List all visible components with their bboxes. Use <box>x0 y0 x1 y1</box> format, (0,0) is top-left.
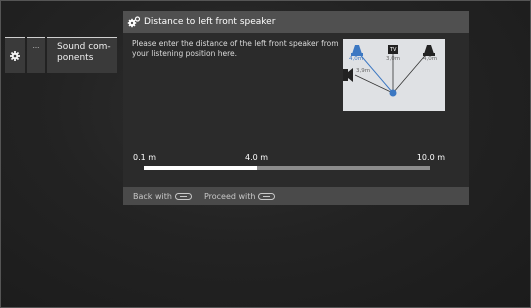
line-side-left <box>354 74 394 94</box>
sound-components-menu-tile[interactable]: Sound com- ponents <box>47 37 117 73</box>
side-left-speaker-icon <box>343 69 348 81</box>
more-menu-tile[interactable]: ··· <box>27 37 45 73</box>
tv-label: TV <box>390 47 397 53</box>
dialog-footer: Back with Proceed with <box>123 187 469 205</box>
back-label: Back with <box>133 191 172 201</box>
side-left-distance-label: 3,9m <box>356 68 371 74</box>
screen: ··· Sound com- ponents Distance to left … <box>0 0 531 308</box>
dialog-title: Distance to left front speaker <box>144 17 276 27</box>
proceed-hint[interactable]: Proceed with <box>204 192 276 201</box>
instruction-text: Please enter the distance of the left fr… <box>132 39 339 58</box>
distance-slider[interactable] <box>144 166 430 170</box>
speaker-layout-diagram: 4,0m TV 3,0m 4,0m 3,9m <box>343 39 445 111</box>
tv-distance-label: 3,0m <box>386 56 401 62</box>
front-left-speaker-icon <box>352 45 362 54</box>
back-button-icon <box>174 192 192 200</box>
front-left-distance-label: 4,0m <box>349 56 364 62</box>
side-left-speaker-cone <box>348 68 353 82</box>
dialog-body: Please enter the distance of the left fr… <box>123 33 469 187</box>
forward-button-icon <box>258 192 276 200</box>
slider-max-label: 10.0 m <box>416 153 445 162</box>
sound-components-label: Sound com- ponents <box>57 42 111 63</box>
more-dots-label: ··· <box>32 44 40 52</box>
gears-icon <box>127 16 141 28</box>
slider-min-label: 0.1 m <box>133 153 157 162</box>
slider-value-label: 4.0 m <box>245 153 269 162</box>
front-right-speaker-icon <box>424 45 434 54</box>
speaker-distance-dialog: Distance to left front speaker Please en… <box>123 11 469 205</box>
listening-position-icon <box>389 89 397 97</box>
dialog-header: Distance to left front speaker <box>123 11 469 33</box>
gear-icon <box>10 50 20 61</box>
proceed-label: Proceed with <box>203 191 256 201</box>
settings-menu-tile[interactable] <box>5 37 25 73</box>
back-hint[interactable]: Back with <box>133 192 192 201</box>
distance-slider-fill <box>144 166 257 170</box>
left-menu: ··· Sound com- ponents <box>5 37 117 73</box>
slider-labels: 0.1 m 4.0 m 10.0 m <box>133 153 445 165</box>
front-right-distance-label: 4,0m <box>423 56 438 62</box>
